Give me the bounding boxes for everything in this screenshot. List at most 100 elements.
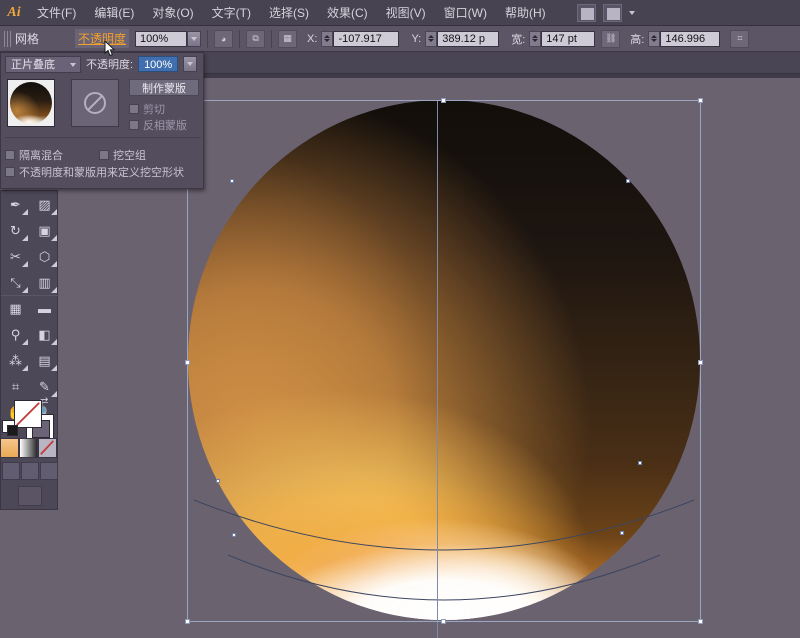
gradient-mode-button[interactable] (19, 438, 38, 458)
menubar-divider (564, 3, 566, 22)
tool-gradient[interactable]: ▬ (30, 295, 59, 321)
isolate-blending-row[interactable]: 隔离混合 (5, 147, 63, 163)
menu-select[interactable]: 选择(S) (260, 0, 318, 26)
transparency-panel-body: 制作蒙版 剪切 反相蒙版 隔离混合 挖空组 不透明度和蒙版用来定义挖空形状 (1, 75, 203, 188)
menu-help[interactable]: 帮助(H) (496, 0, 555, 26)
opacity-input[interactable]: 100% (138, 56, 179, 72)
none-slash-icon (40, 440, 54, 455)
tool-perspective-grid[interactable]: ▣ (30, 217, 59, 243)
menu-view[interactable]: 视图(V) (377, 0, 435, 26)
width-label: 宽: (511, 33, 526, 46)
chevron-down-icon[interactable] (628, 10, 635, 15)
recolor-artwork-icon[interactable]: ◕ (214, 29, 234, 48)
none-mode-button[interactable] (38, 438, 57, 458)
menu-bar: Ai 文件(F) 编辑(E) 对象(O) 文字(T) 选择(S) 效果(C) 视… (0, 0, 800, 26)
no-mask-icon (84, 92, 106, 114)
tool-symbol-sprayer[interactable]: ⁂ (1, 347, 30, 373)
x-label: X: (307, 32, 318, 45)
control-options-bar: 网格 不透明度 100% ◕ ⧉ ▦ X: -107.917 Y: 389.12… (0, 26, 800, 52)
panel-divider (5, 137, 201, 138)
tool-eyedropper[interactable]: ⚲ (1, 321, 30, 347)
color-mode-button[interactable] (0, 438, 19, 458)
opacity-label: 不透明度: (86, 59, 134, 71)
tool-column-graph[interactable]: ▥ (30, 269, 59, 295)
transform-more-icon[interactable]: ⌗ (730, 29, 750, 48)
y-label: Y: (411, 32, 422, 45)
fill-color-swatch[interactable] (14, 400, 42, 428)
clip-checkbox[interactable] (129, 104, 139, 114)
x-stepper[interactable] (321, 30, 334, 47)
opacity-mask-knockout-label: 不透明度和蒙版用来定义挖空形状 (19, 167, 184, 179)
y-field[interactable]: 389.12 p (437, 30, 500, 47)
gradient-mesh-sphere[interactable] (188, 100, 700, 620)
active-tool-label: 网格 (15, 32, 40, 46)
knockout-group-label: 挖空组 (113, 150, 146, 162)
chevron-down-icon (70, 62, 76, 67)
bridge-icon[interactable] (576, 3, 596, 22)
menu-window[interactable]: 窗口(W) (435, 0, 496, 26)
invert-mask-checkbox[interactable] (129, 120, 139, 130)
sphere-gradient-highlight (188, 100, 700, 620)
transparency-panel-header: 正片叠底 不透明度: 100% (1, 53, 203, 75)
x-field[interactable]: -107.917 (333, 30, 400, 47)
object-thumbnail[interactable] (7, 79, 55, 127)
draw-normal-button[interactable] (2, 462, 20, 480)
height-stepper[interactable] (648, 30, 661, 47)
height-field[interactable]: 146.996 (660, 30, 721, 47)
opacity-mask-knockout-row[interactable]: 不透明度和蒙版用来定义挖空形状 (5, 164, 184, 180)
illustrator-window: B/预览) × Ai 文件(F) 编辑(E) 对象(O) 文字(T) 选择(S)… (0, 0, 800, 638)
mesh-center-line (437, 100, 438, 638)
menu-object[interactable]: 对象(O) (143, 0, 202, 26)
draw-inside-button[interactable] (40, 462, 58, 480)
opacity-mask-knockout-checkbox[interactable] (5, 167, 15, 177)
transform-icon[interactable]: ▦ (278, 29, 298, 48)
opacity-slider-dropdown-icon[interactable] (183, 56, 198, 72)
menu-file[interactable]: 文件(F) (28, 0, 85, 26)
tool-scissors[interactable]: ✂ (1, 243, 30, 269)
menu-effect[interactable]: 效果(C) (318, 0, 377, 26)
isolate-blending-label: 隔离混合 (19, 150, 63, 162)
tool-blend[interactable]: ◧ (30, 321, 59, 347)
drawing-modes[interactable] (2, 462, 58, 482)
change-screen-mode-button[interactable] (18, 486, 42, 506)
control-bar-grip[interactable] (4, 30, 11, 47)
width-field[interactable]: 147 pt (541, 30, 596, 47)
menu-edit[interactable]: 编辑(E) (85, 0, 143, 26)
draw-behind-button[interactable] (21, 462, 39, 480)
fill-style-modes[interactable] (0, 438, 58, 460)
tool-eyedropper-blend[interactable]: ✒ (1, 191, 30, 217)
blend-mode-select[interactable]: 正片叠底 (5, 55, 81, 73)
arrange-documents-icon[interactable] (602, 3, 622, 22)
align-icon[interactable]: ⧉ (246, 29, 266, 48)
make-mask-button[interactable]: 制作蒙版 (129, 79, 199, 96)
y-stepper[interactable] (425, 30, 438, 47)
tool-shape-builder[interactable]: ⬡ (30, 243, 59, 269)
tool-gradient-mesh[interactable]: ▨ (30, 191, 59, 217)
object-thumbnail-image (10, 82, 52, 124)
tool-mesh[interactable]: ▦ (1, 295, 30, 321)
tool-rotate[interactable]: ↻ (1, 217, 30, 243)
invert-mask-label: 反相蒙版 (143, 120, 187, 132)
default-fill-stroke-icon[interactable] (2, 420, 18, 436)
invert-mask-checkbox-row[interactable]: 反相蒙版 (129, 117, 187, 133)
app-logo: Ai (7, 4, 21, 20)
knockout-group-checkbox[interactable] (99, 150, 109, 160)
tools-grid: ✒ ▨ ↻ ▣ ✂ ⬡ ⤡ ▥ ▦ ▬ ⚲ ◧ ⁂ ▤ ⌗ ✎ ✋ 🔍 (1, 191, 59, 425)
width-stepper[interactable] (529, 30, 542, 47)
tool-graph[interactable]: ▤ (30, 347, 59, 373)
menu-type[interactable]: 文字(T) (203, 0, 260, 26)
knockout-group-row[interactable]: 挖空组 (99, 147, 146, 163)
clip-checkbox-row[interactable]: 剪切 (129, 101, 165, 117)
opacity-link[interactable]: 不透明度 (75, 29, 130, 48)
clip-label: 剪切 (143, 104, 165, 116)
blend-mode-value: 正片叠底 (11, 59, 55, 71)
constrain-proportions-icon[interactable]: ⛓ (601, 29, 621, 48)
mask-thumbnail-placeholder[interactable] (71, 79, 119, 127)
tool-free-transform[interactable]: ⤡ (1, 269, 30, 295)
zoom-field[interactable]: 100% (135, 30, 188, 47)
isolate-blending-checkbox[interactable] (5, 150, 15, 160)
height-label: 高: (630, 33, 645, 46)
transparency-panel[interactable]: 正片叠底 不透明度: 100% 制作蒙版 剪切 反相蒙版 隔离混合 挖空组 不透… (0, 52, 204, 189)
none-slash-icon (16, 402, 40, 426)
zoom-dropdown-icon[interactable] (187, 30, 202, 47)
